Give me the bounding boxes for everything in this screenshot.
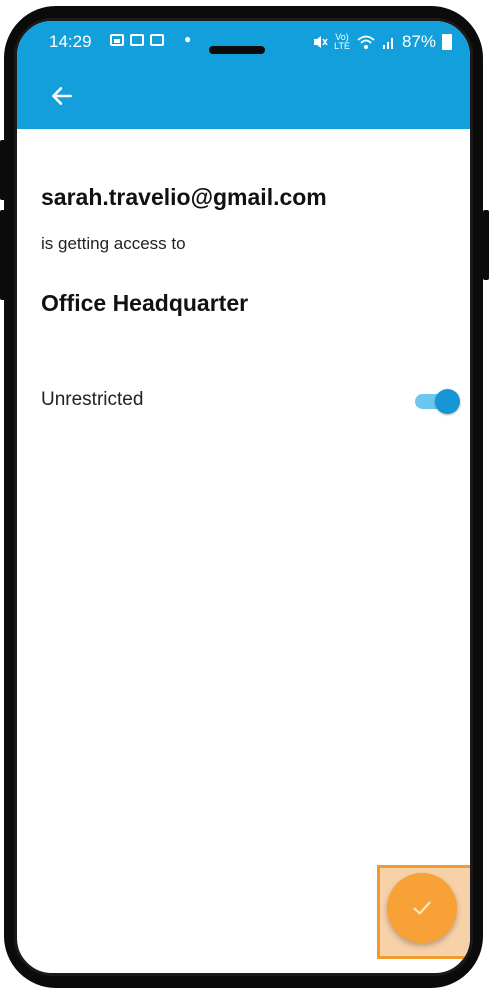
battery-icon xyxy=(442,34,452,50)
mail-icon xyxy=(150,34,164,46)
user-email: sarah.travelio@gmail.com xyxy=(41,184,327,210)
toggle-thumb xyxy=(435,389,460,414)
status-bar: 14:29 ● Vo) LTE 87% xyxy=(17,21,470,65)
screen: 14:29 ● Vo) LTE 87% sarah.travelio@gmail… xyxy=(14,18,473,976)
gallery-icon xyxy=(110,34,124,46)
confirm-button[interactable] xyxy=(387,873,457,943)
unrestricted-label: Unrestricted xyxy=(41,389,144,410)
volte-indicator: Vo) LTE xyxy=(334,33,350,51)
phone-side-button xyxy=(0,210,6,300)
system-status-icons: Vo) LTE 87% xyxy=(312,32,452,52)
more-notifications-dot-icon: ● xyxy=(184,32,192,46)
app-bar: 14:29 ● Vo) LTE 87% xyxy=(17,21,470,129)
phone-side-button xyxy=(483,210,489,280)
access-description: is getting access to xyxy=(41,234,186,253)
status-time: 14:29 xyxy=(49,32,92,51)
mute-icon xyxy=(314,36,328,48)
unrestricted-toggle[interactable] xyxy=(413,387,461,415)
lte-label: LTE xyxy=(334,41,350,51)
check-icon xyxy=(413,901,431,915)
battery-percent: 87% xyxy=(401,32,436,51)
back-arrow-icon[interactable] xyxy=(49,83,75,109)
wifi-icon xyxy=(357,35,375,49)
phone-side-button xyxy=(0,140,6,200)
mail-icon xyxy=(130,34,144,46)
notification-icons: ● xyxy=(110,32,192,46)
signal-icon xyxy=(382,38,393,49)
location-name: Office Headquarter xyxy=(41,290,249,316)
camera-notch xyxy=(209,46,265,54)
